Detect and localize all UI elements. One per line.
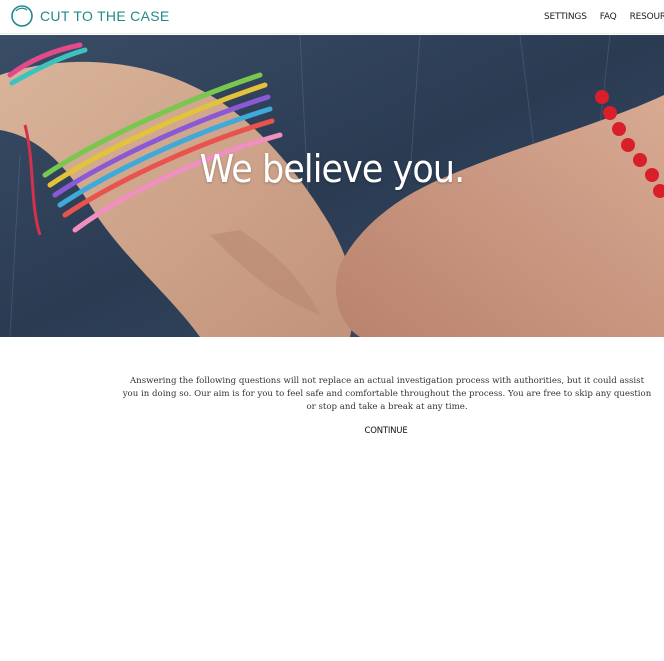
nav-faq[interactable]: FAQ bbox=[600, 12, 617, 22]
main-nav: SETTINGS FAQ RESOURCES bbox=[544, 0, 664, 34]
nav-resources[interactable]: RESOURCES bbox=[630, 12, 664, 22]
brand-logo-link[interactable]: CUT TO THE CASE bbox=[10, 4, 170, 28]
intro-text: Answering the following questions will n… bbox=[122, 375, 652, 412]
continue-button[interactable]: CONTINUE bbox=[0, 426, 664, 436]
hero-banner: We believe you. bbox=[0, 35, 664, 337]
circle-logo-icon bbox=[11, 5, 33, 27]
site-header: CUT TO THE CASE SETTINGS FAQ RESOURCES bbox=[0, 0, 664, 34]
nav-settings[interactable]: SETTINGS bbox=[544, 12, 587, 22]
hero-title: We believe you. bbox=[199, 147, 466, 191]
brand-name: CUT TO THE CASE bbox=[40, 8, 170, 24]
